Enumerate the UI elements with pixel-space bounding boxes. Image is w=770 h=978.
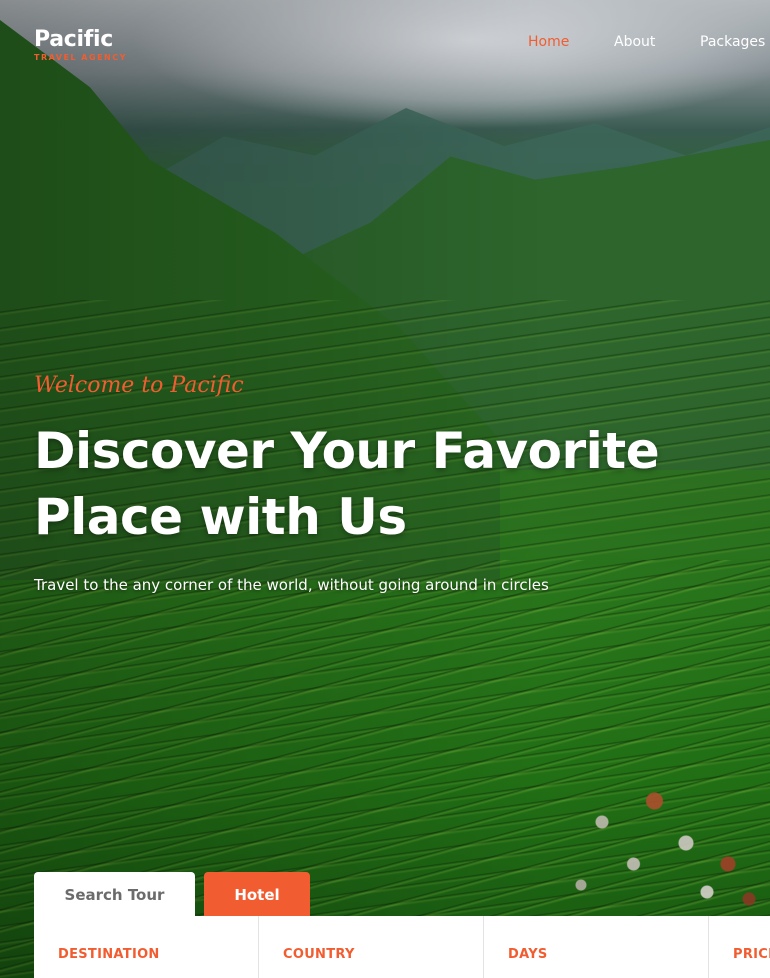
hero-headline-line-2: Place with Us bbox=[34, 488, 407, 546]
brand-logo[interactable]: Pacific TRAVEL AGENCY bbox=[34, 27, 127, 62]
country-label: COUNTRY bbox=[283, 947, 355, 962]
nav-item-packages[interactable]: Packages bbox=[700, 34, 765, 50]
brand-name: Pacific bbox=[34, 27, 114, 52]
hero-headline-line-1: Discover Your Favorite bbox=[34, 422, 660, 480]
destination-field[interactable]: DESTINATION bbox=[34, 916, 259, 978]
destination-label: DESTINATION bbox=[58, 947, 160, 962]
tab-hotel[interactable]: Hotel bbox=[204, 872, 310, 917]
tab-search-tour[interactable]: Search Tour bbox=[34, 872, 195, 917]
country-field[interactable]: COUNTRY bbox=[259, 916, 484, 978]
hero-headline: Discover Your Favorite Place with Us bbox=[34, 418, 734, 550]
hero-subline: Travel to the any corner of the world, w… bbox=[34, 576, 549, 594]
price-field[interactable]: PRICE bbox=[709, 916, 770, 978]
welcome-script: Welcome to Pacific bbox=[34, 373, 244, 398]
price-label: PRICE bbox=[733, 947, 770, 962]
nav-item-about[interactable]: About bbox=[614, 34, 655, 50]
brand-tagline: TRAVEL AGENCY bbox=[34, 53, 127, 62]
days-field[interactable]: DAYS bbox=[484, 916, 709, 978]
days-label: DAYS bbox=[508, 947, 548, 962]
search-panel: DESTINATION COUNTRY DAYS PRICE bbox=[34, 916, 770, 978]
nav-item-home[interactable]: Home bbox=[528, 34, 569, 50]
